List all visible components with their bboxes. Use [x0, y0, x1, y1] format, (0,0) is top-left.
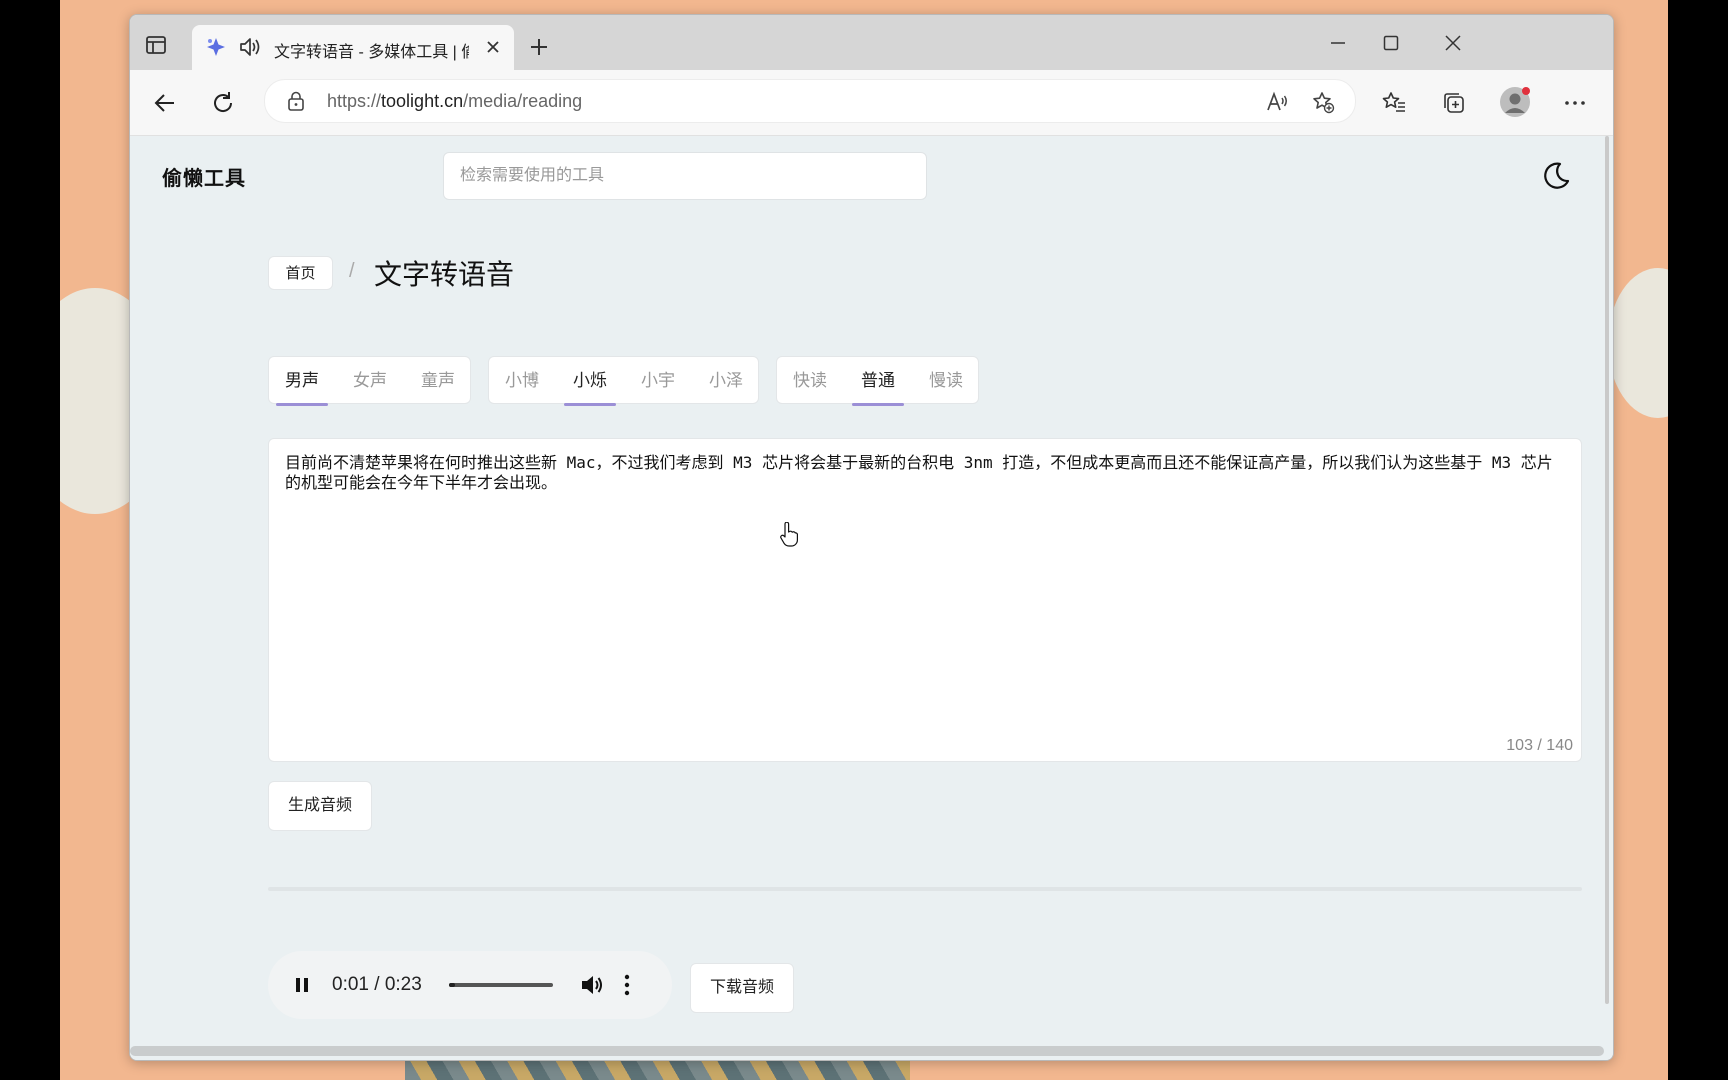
gender-option-male[interactable]: 男声	[276, 357, 328, 406]
speed-selector: 快读 普通 慢读	[776, 356, 979, 406]
generate-audio-button[interactable]: 生成音频	[268, 781, 372, 831]
more-menu-icon[interactable]	[1562, 90, 1588, 116]
new-tab-icon[interactable]	[528, 36, 550, 58]
refresh-icon[interactable]	[210, 90, 236, 116]
volume-icon[interactable]	[580, 974, 604, 996]
playback-time: 0:01 / 0:23	[332, 974, 422, 995]
url-text[interactable]: https://toolight.cn/media/reading	[327, 91, 582, 112]
maximize-icon[interactable]	[1381, 33, 1401, 53]
horizontal-scrollbar[interactable]	[130, 1046, 1604, 1056]
character-count: 103 / 140	[1506, 737, 1573, 754]
profile-avatar-icon[interactable]	[1499, 86, 1531, 118]
text-input-area[interactable]: 目前尚不清楚苹果将在何时推出这些新 Mac，不过我们考虑到 M3 芯片将会基于最…	[268, 438, 1582, 762]
page-content: 偷懒工具 首页 / 文字转语音 男声 女声 童声 小博 小烁 小宇 小泽 快读 …	[130, 136, 1613, 1060]
wallpaper-shape-right	[1608, 268, 1668, 418]
playback-progress-bar[interactable]	[449, 983, 553, 987]
tab-close-icon[interactable]	[484, 38, 502, 56]
speed-option-slow[interactable]: 慢读	[920, 357, 972, 405]
site-favicon-icon	[207, 38, 225, 56]
page-title: 文字转语音	[374, 259, 515, 290]
tool-search-input[interactable]	[443, 152, 927, 200]
audio-player: 0:01 / 0:23	[268, 951, 672, 1019]
gender-selector: 男声 女声 童声	[268, 356, 471, 406]
player-options-icon[interactable]	[624, 973, 630, 997]
collections-icon[interactable]	[1441, 90, 1467, 116]
wallpaper-pattern	[405, 1060, 910, 1080]
url-path: /media/reading	[463, 91, 583, 111]
pause-icon[interactable]	[292, 975, 312, 995]
tab-title: 文字转语音 - 多媒体工具 | 偷	[274, 44, 469, 61]
breadcrumb-home[interactable]: 首页	[268, 256, 333, 290]
gender-option-child[interactable]: 童声	[412, 357, 464, 405]
vertical-scrollbar[interactable]	[1605, 136, 1609, 1004]
input-text[interactable]: 目前尚不清楚苹果将在何时推出这些新 Mac，不过我们考虑到 M3 芯片将会基于最…	[285, 453, 1563, 493]
playback-progress-fill	[449, 983, 456, 987]
address-bar[interactable]: https://toolight.cn/media/reading	[264, 79, 1356, 123]
minimize-icon[interactable]	[1328, 33, 1348, 53]
voice-option-xiaobo[interactable]: 小博	[496, 357, 548, 405]
tab-audio-playing-icon[interactable]	[238, 36, 262, 58]
download-audio-button[interactable]: 下载音频	[690, 963, 794, 1013]
voice-option-xiaoyu[interactable]: 小宇	[632, 357, 684, 405]
gender-option-female[interactable]: 女声	[344, 357, 396, 405]
voice-selector: 小博 小烁 小宇 小泽	[488, 356, 759, 406]
browser-tab-active[interactable]: 文字转语音 - 多媒体工具 | 偷	[192, 25, 514, 70]
speed-option-fast[interactable]: 快读	[784, 357, 836, 405]
voice-option-xiaoze[interactable]: 小泽	[700, 357, 752, 405]
add-favorite-icon[interactable]	[1311, 90, 1335, 114]
close-window-icon[interactable]	[1443, 33, 1463, 53]
url-scheme: https://	[327, 91, 382, 111]
section-divider	[268, 887, 1582, 891]
site-logo[interactable]: 偷懒工具	[162, 162, 246, 191]
speed-option-normal[interactable]: 普通	[852, 357, 904, 406]
breadcrumb-separator: /	[349, 260, 355, 282]
voice-option-xiaoshuo[interactable]: 小烁	[564, 357, 616, 406]
tab-actions-icon[interactable]	[144, 33, 168, 57]
read-aloud-icon[interactable]	[1265, 90, 1289, 114]
tab-strip: 文字转语音 - 多媒体工具 | 偷	[130, 15, 1613, 70]
url-domain: toolight.cn	[381, 91, 464, 111]
hand-pointer-cursor-icon	[780, 522, 798, 547]
back-icon[interactable]	[152, 90, 178, 116]
dark-mode-toggle-icon[interactable]	[1540, 160, 1572, 192]
browser-toolbar: https://toolight.cn/media/reading	[130, 70, 1613, 136]
lock-icon[interactable]	[287, 91, 305, 111]
browser-window: 文字转语音 - 多媒体工具 | 偷 https://toolight.cn/me…	[129, 14, 1614, 1061]
favorites-icon[interactable]	[1381, 90, 1407, 116]
